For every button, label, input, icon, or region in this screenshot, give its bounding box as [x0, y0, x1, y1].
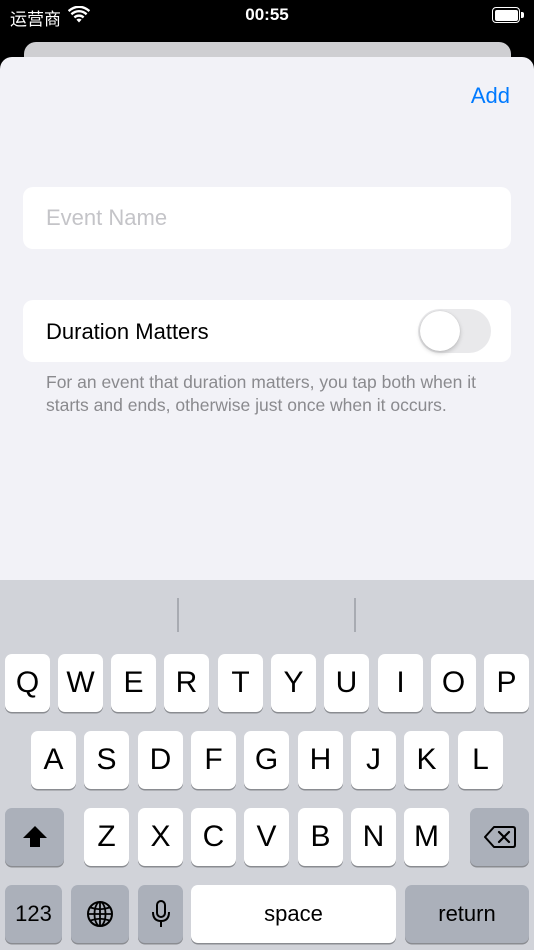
shift-key[interactable]	[5, 808, 64, 866]
microphone-icon	[151, 900, 170, 927]
key-e[interactable]: E	[111, 654, 156, 712]
duration-footer-note: For an event that duration matters, you …	[46, 372, 476, 415]
key-c[interactable]: C	[191, 808, 236, 866]
key-v[interactable]: V	[244, 808, 289, 866]
suggestion-divider	[177, 598, 179, 632]
key-n[interactable]: N	[351, 808, 396, 866]
return-key[interactable]: return	[405, 885, 529, 943]
key-z[interactable]: Z	[84, 808, 129, 866]
key-d[interactable]: D	[138, 731, 183, 789]
key-j[interactable]: J	[351, 731, 396, 789]
key-u[interactable]: U	[324, 654, 369, 712]
key-r[interactable]: R	[164, 654, 209, 712]
toggle-knob	[420, 311, 460, 351]
key-w[interactable]: W	[58, 654, 103, 712]
key-t[interactable]: T	[218, 654, 263, 712]
key-a[interactable]: A	[31, 731, 76, 789]
key-s[interactable]: S	[84, 731, 129, 789]
space-key[interactable]: space	[191, 885, 396, 943]
delete-key[interactable]	[470, 808, 529, 866]
globe-key[interactable]	[71, 885, 129, 943]
clock: 00:55	[245, 5, 289, 24]
suggestion-divider	[354, 598, 356, 632]
backspace-icon	[483, 826, 516, 848]
duration-matters-label: Duration Matters	[46, 319, 209, 344]
duration-matters-row: Duration Matters	[23, 300, 511, 362]
key-g[interactable]: G	[244, 731, 289, 789]
globe-icon	[87, 901, 113, 927]
numbers-key[interactable]: 123	[5, 885, 62, 943]
battery-icon	[492, 7, 524, 23]
key-f[interactable]: F	[191, 731, 236, 789]
key-i[interactable]: I	[378, 654, 423, 712]
dictation-key[interactable]	[138, 885, 183, 943]
keyboard: Q W E R T Y U I O P A S D F G H J K L Z …	[0, 580, 534, 950]
shift-icon	[22, 826, 47, 847]
key-l[interactable]: L	[458, 731, 503, 789]
key-b[interactable]: B	[298, 808, 343, 866]
key-h[interactable]: H	[298, 731, 343, 789]
event-name-field[interactable]	[23, 187, 511, 249]
duration-matters-toggle[interactable]	[418, 309, 491, 353]
status-bar: 运营商 00:55	[0, 0, 534, 34]
key-y[interactable]: Y	[271, 654, 316, 712]
add-button[interactable]: Add	[471, 83, 510, 109]
key-x[interactable]: X	[138, 808, 183, 866]
key-k[interactable]: K	[404, 731, 449, 789]
key-q[interactable]: Q	[5, 654, 50, 712]
key-p[interactable]: P	[484, 654, 529, 712]
key-o[interactable]: O	[431, 654, 476, 712]
key-m[interactable]: M	[404, 808, 449, 866]
